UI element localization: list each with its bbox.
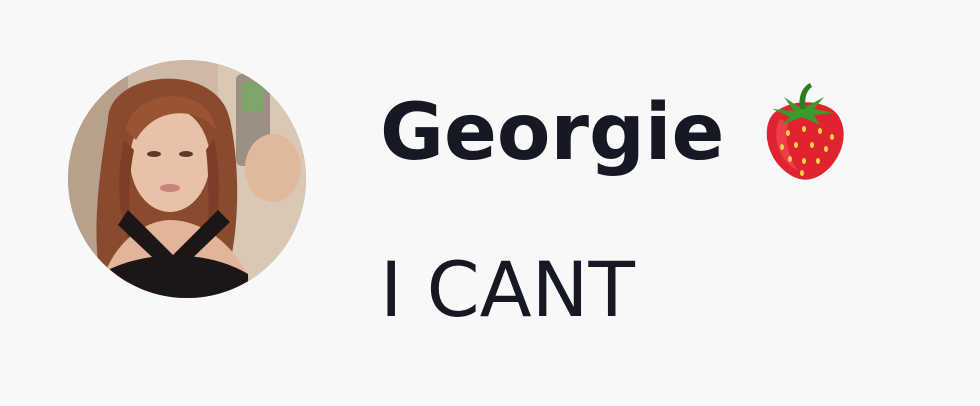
username[interactable]: Georgie: [380, 94, 724, 172]
strawberry-icon: [754, 79, 850, 183]
comment-item: Georgie I CANT: [0, 0, 980, 406]
comment-text: I CANT: [380, 245, 635, 334]
avatar-photo: [68, 60, 306, 298]
avatar[interactable]: [68, 60, 306, 298]
username-line: Georgie: [380, 78, 850, 188]
